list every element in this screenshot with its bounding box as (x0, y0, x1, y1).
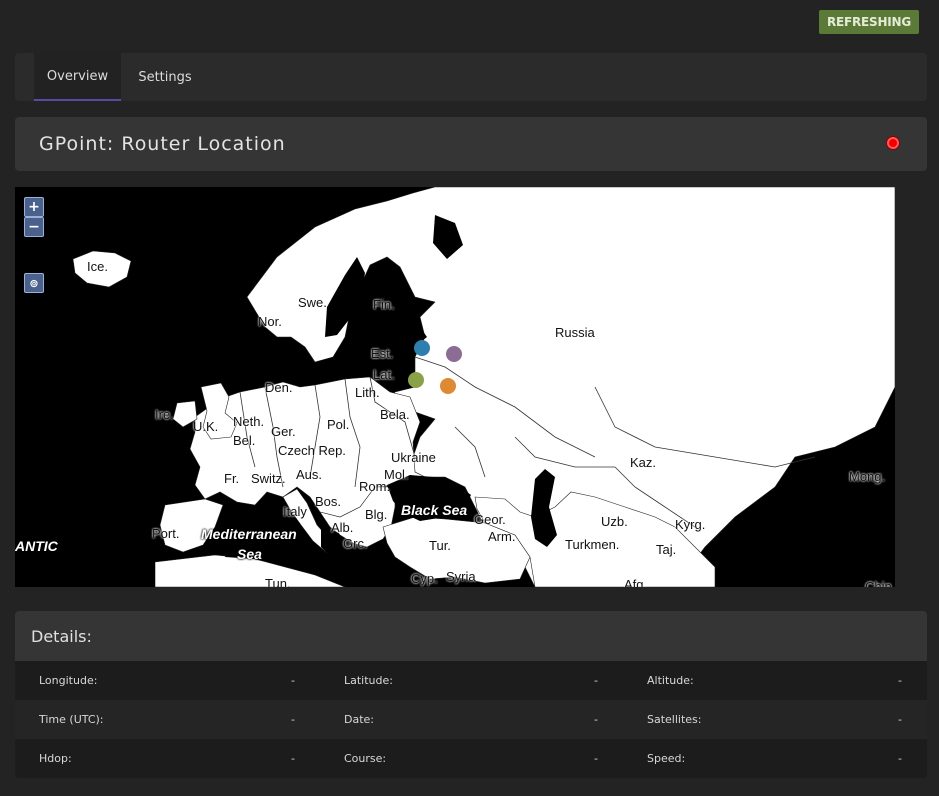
map-label: Turkmen. (565, 537, 620, 552)
tab-overview[interactable]: Overview (34, 53, 121, 101)
location-marker[interactable] (446, 346, 462, 362)
map-label: Switz. (251, 471, 286, 486)
map-label: Czech Rep. (278, 443, 346, 458)
map-label: Swe. (298, 295, 327, 310)
page-title: GPoint: Router Location (39, 133, 286, 155)
details-header: Details: (15, 611, 927, 661)
map-label: Tun. (265, 576, 291, 587)
location-marker[interactable] (414, 340, 430, 356)
map-label: Italy (283, 504, 307, 519)
map-label: Bos. (315, 494, 342, 509)
map-label: Neth. (233, 414, 265, 429)
sea-label: Mediterranean (201, 526, 297, 542)
map-label: Afg. (624, 577, 648, 587)
hdop-label: Hdop: (39, 752, 72, 765)
sea-label: Black Sea (401, 502, 468, 518)
zoom-in-button[interactable]: + (24, 197, 44, 217)
refreshing-status-badge: REFRESHING (819, 10, 919, 34)
map-label: Pol. (327, 417, 350, 432)
map-label: Blg. (365, 507, 388, 522)
map-label: Ukraine (391, 450, 436, 465)
latitude-label: Latitude: (344, 674, 393, 687)
map-label: Port. (152, 526, 180, 541)
date-value: - (594, 713, 598, 726)
details-heading: Details: (31, 626, 92, 646)
course-value: - (594, 752, 598, 765)
location-card-header: GPoint: Router Location (15, 117, 927, 171)
map-label: U.K. (193, 419, 219, 434)
locate-icon[interactable]: ⊚ (24, 273, 44, 293)
location-map[interactable]: + − ⊚ Ice. Swe. Fin. Nor. Russia Est. La… (15, 187, 895, 587)
map-label: Mong. (849, 469, 886, 484)
sea-label: Sea (237, 546, 262, 562)
map-label: Arm. (488, 529, 516, 544)
map-label: Den. (265, 380, 293, 395)
map-label: Fin. (373, 297, 395, 312)
satellites-value: - (898, 713, 902, 726)
map-label: Uzb. (601, 514, 628, 529)
details-row: Time (UTC): - Date: - Satellites: - (15, 700, 927, 739)
map-label: Aus. (296, 467, 323, 482)
map-label: Geor. (474, 512, 506, 527)
longitude-label: Longitude: (39, 674, 98, 687)
details-row: Longitude: - Latitude: - Altitude: - (15, 661, 927, 700)
map-label: Syria (446, 569, 476, 584)
time-utc-value: - (291, 713, 295, 726)
map-label: Tur. (429, 538, 451, 553)
course-label: Course: (344, 752, 387, 765)
map-label: Cyp. (411, 571, 438, 586)
hdop-value: - (291, 752, 295, 765)
tab-settings[interactable]: Settings (130, 53, 200, 101)
time-utc-label: Time (UTC): (39, 713, 104, 726)
map-label: Ger. (271, 424, 296, 439)
location-marker[interactable] (440, 378, 456, 394)
map-label: Alb. (331, 520, 354, 535)
map-label: Russia (555, 325, 595, 340)
tab-bar: Overview Settings (15, 53, 927, 101)
location-marker[interactable] (408, 372, 424, 388)
map-label: Nor. (258, 314, 282, 329)
map-label: Fr. (224, 471, 240, 486)
map-label: Rom. (359, 479, 391, 494)
map-label: Kaz. (630, 455, 657, 470)
satellites-label: Satellites: (647, 713, 702, 726)
map-label: Lat. (373, 367, 395, 382)
altitude-value: - (898, 674, 902, 687)
map-label: Bela. (380, 407, 410, 422)
details-panel: Details: Longitude: - Latitude: - Altitu… (15, 611, 927, 778)
speed-value: - (898, 752, 902, 765)
map-label: Bel. (233, 433, 256, 448)
map-label: Chin (865, 579, 892, 587)
speed-label: Speed: (647, 752, 686, 765)
altitude-label: Altitude: (647, 674, 694, 687)
map-label: Ire. (155, 407, 174, 422)
map-label: Kyrg. (675, 517, 706, 532)
connection-status-icon (887, 137, 899, 149)
map-label: Lith. (355, 385, 380, 400)
longitude-value: - (291, 674, 295, 687)
latitude-value: - (594, 674, 598, 687)
map-label: Ice. (87, 259, 108, 274)
map-label: Taj. (656, 542, 677, 557)
details-row: Hdop: - Course: - Speed: - (15, 739, 927, 778)
zoom-out-button[interactable]: − (24, 217, 44, 237)
date-label: Date: (344, 713, 374, 726)
map-label: Grc. (343, 536, 368, 551)
map-label: Est. (371, 346, 394, 361)
sea-label: ANTIC (15, 538, 58, 554)
